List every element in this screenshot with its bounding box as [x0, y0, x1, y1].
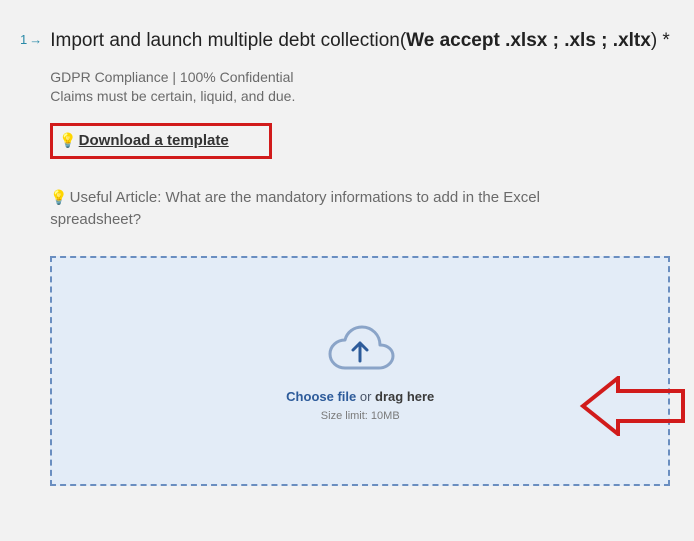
gdpr-line2: Claims must be certain, liquid, and due.: [50, 87, 674, 107]
heading-prefix: Import and launch multiple debt collecti…: [50, 30, 406, 51]
useful-article: 💡Useful Article: What are the mandatory …: [50, 187, 674, 231]
file-dropzone[interactable]: Choose file or drag here Size limit: 10M…: [50, 256, 670, 486]
or-text: or: [356, 389, 375, 404]
choose-file-label[interactable]: Choose file: [286, 389, 356, 404]
drag-here-label: drag here: [375, 389, 434, 404]
lightbulb-icon: 💡: [59, 132, 76, 148]
download-template-link[interactable]: Download a template: [79, 132, 229, 149]
required-asterisk: *: [662, 30, 669, 51]
useful-prefix: Useful Article:: [70, 189, 166, 206]
annotation-arrow-icon: [578, 376, 688, 436]
arrow-right-icon: →: [29, 32, 42, 47]
dropzone-text: Choose file or drag here: [286, 389, 434, 404]
qnum-text: 1: [20, 32, 27, 47]
heading-bold: We accept .xlsx ; .xls ; .xltx: [406, 30, 651, 51]
cloud-upload-icon: [324, 321, 396, 373]
question-block: 1 → Import and launch multiple debt coll…: [20, 28, 674, 486]
gdpr-block: GDPR Compliance | 100% Confidential Clai…: [50, 68, 674, 107]
question-number: 1 →: [20, 28, 42, 47]
size-limit-text: Size limit: 10MB: [321, 410, 400, 422]
question-heading: Import and launch multiple debt collecti…: [50, 28, 674, 54]
lightbulb-icon: 💡: [50, 189, 67, 205]
gdpr-line1: GDPR Compliance | 100% Confidential: [50, 68, 674, 88]
template-link-highlight: 💡Download a template: [50, 123, 271, 159]
heading-suffix: ): [651, 30, 657, 51]
question-content: Import and launch multiple debt collecti…: [50, 28, 674, 486]
